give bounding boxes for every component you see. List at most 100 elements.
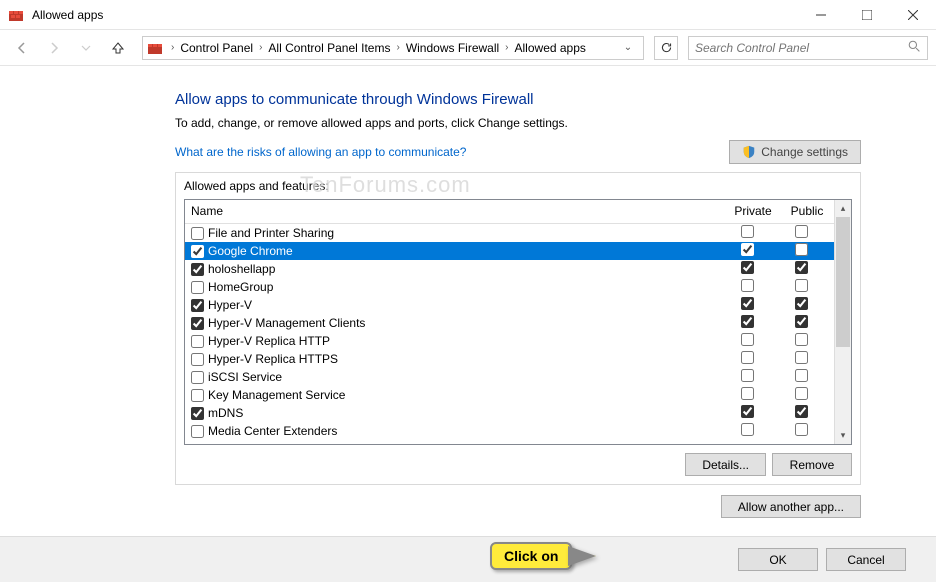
column-public[interactable]: Public xyxy=(780,200,834,223)
up-button[interactable] xyxy=(104,34,132,62)
private-checkbox[interactable] xyxy=(741,315,754,328)
app-enabled-checkbox[interactable] xyxy=(191,299,204,312)
public-checkbox[interactable] xyxy=(795,225,808,238)
app-enabled-checkbox[interactable] xyxy=(191,245,204,258)
firewall-icon xyxy=(8,7,24,23)
ok-button[interactable]: OK xyxy=(738,548,818,571)
public-checkbox[interactable] xyxy=(795,387,808,400)
shield-icon xyxy=(742,145,756,159)
app-enabled-checkbox[interactable] xyxy=(191,335,204,348)
public-checkbox[interactable] xyxy=(795,315,808,328)
app-enabled-checkbox[interactable] xyxy=(191,353,204,366)
vertical-scrollbar[interactable]: ▴ ▾ xyxy=(834,200,851,444)
chevron-right-icon[interactable]: › xyxy=(501,42,512,53)
scroll-thumb[interactable] xyxy=(836,217,850,347)
column-name[interactable]: Name xyxy=(185,200,726,223)
column-private[interactable]: Private xyxy=(726,200,780,223)
search-box[interactable] xyxy=(688,36,928,60)
table-row[interactable]: File and Printer Sharing xyxy=(185,224,834,242)
private-checkbox[interactable] xyxy=(741,405,754,418)
back-button[interactable] xyxy=(8,34,36,62)
app-enabled-checkbox[interactable] xyxy=(191,317,204,330)
breadcrumb-item[interactable]: All Control Panel Items xyxy=(266,41,392,55)
app-enabled-checkbox[interactable] xyxy=(191,389,204,402)
table-row[interactable]: Media Center Extenders xyxy=(185,422,834,440)
app-name: Hyper-V xyxy=(208,298,720,312)
public-checkbox[interactable] xyxy=(795,333,808,346)
table-row[interactable]: iSCSI Service xyxy=(185,368,834,386)
details-button[interactable]: Details... xyxy=(685,453,766,476)
public-checkbox[interactable] xyxy=(795,297,808,310)
table-row[interactable]: HomeGroup xyxy=(185,278,834,296)
table-body: Name Private Public File and Printer Sha… xyxy=(185,200,834,444)
breadcrumb-item[interactable]: Windows Firewall xyxy=(404,41,501,55)
chevron-down-icon[interactable]: ⌄ xyxy=(617,42,639,53)
table-row[interactable]: Hyper-V Replica HTTP xyxy=(185,332,834,350)
table-row[interactable]: Hyper-V Replica HTTPS xyxy=(185,350,834,368)
search-icon[interactable] xyxy=(908,40,921,56)
table-row[interactable]: Hyper-V xyxy=(185,296,834,314)
public-checkbox[interactable] xyxy=(795,243,808,256)
private-checkbox[interactable] xyxy=(741,225,754,238)
private-checkbox[interactable] xyxy=(741,297,754,310)
private-checkbox[interactable] xyxy=(741,423,754,436)
app-name: Key Management Service xyxy=(208,388,720,402)
app-name: Google Chrome xyxy=(208,244,720,258)
refresh-button[interactable] xyxy=(654,36,678,60)
change-settings-button[interactable]: Change settings xyxy=(729,140,861,164)
close-button[interactable] xyxy=(890,0,936,30)
app-enabled-checkbox[interactable] xyxy=(191,281,204,294)
window-controls xyxy=(798,0,936,30)
scroll-up-button[interactable]: ▴ xyxy=(835,200,851,217)
private-checkbox[interactable] xyxy=(741,369,754,382)
app-enabled-checkbox[interactable] xyxy=(191,371,204,384)
table-row[interactable]: Key Management Service xyxy=(185,386,834,404)
public-checkbox[interactable] xyxy=(795,369,808,382)
private-checkbox[interactable] xyxy=(741,387,754,400)
app-enabled-checkbox[interactable] xyxy=(191,227,204,240)
table-row[interactable]: holoshellapp xyxy=(185,260,834,278)
chevron-right-icon[interactable]: › xyxy=(167,42,178,53)
allow-another-button[interactable]: Allow another app... xyxy=(721,495,861,518)
page-heading: Allow apps to communicate through Window… xyxy=(175,91,861,108)
table-row[interactable]: Google Chrome xyxy=(185,242,834,260)
cancel-button[interactable]: Cancel xyxy=(826,548,906,571)
forward-button[interactable] xyxy=(40,34,68,62)
public-checkbox[interactable] xyxy=(795,351,808,364)
public-checkbox[interactable] xyxy=(795,423,808,436)
breadcrumb-item[interactable]: Allowed apps xyxy=(513,41,588,55)
titlebar: Allowed apps xyxy=(0,0,936,30)
app-name: File and Printer Sharing xyxy=(208,226,720,240)
private-checkbox[interactable] xyxy=(741,333,754,346)
chevron-right-icon[interactable]: › xyxy=(392,42,403,53)
remove-button[interactable]: Remove xyxy=(772,453,852,476)
private-checkbox[interactable] xyxy=(741,279,754,292)
app-name: mDNS xyxy=(208,406,720,420)
scroll-down-button[interactable]: ▾ xyxy=(835,427,851,444)
private-checkbox[interactable] xyxy=(741,351,754,364)
recent-dropdown[interactable] xyxy=(72,34,100,62)
bottom-bar: OK Cancel xyxy=(0,536,936,582)
public-checkbox[interactable] xyxy=(795,261,808,274)
table-row[interactable]: Hyper-V Management Clients xyxy=(185,314,834,332)
private-checkbox[interactable] xyxy=(741,243,754,256)
app-enabled-checkbox[interactable] xyxy=(191,425,204,438)
table-header: Name Private Public xyxy=(185,200,834,224)
minimize-button[interactable] xyxy=(798,0,844,30)
app-enabled-checkbox[interactable] xyxy=(191,407,204,420)
breadcrumb[interactable]: › Control Panel › All Control Panel Item… xyxy=(142,36,644,60)
public-checkbox[interactable] xyxy=(795,279,808,292)
search-input[interactable] xyxy=(695,41,908,55)
app-enabled-checkbox[interactable] xyxy=(191,263,204,276)
public-checkbox[interactable] xyxy=(795,405,808,418)
private-checkbox[interactable] xyxy=(741,261,754,274)
table-row[interactable]: mDNS xyxy=(185,404,834,422)
app-name: Hyper-V Replica HTTP xyxy=(208,334,720,348)
table-actions: Details... Remove xyxy=(184,453,852,476)
app-name: Media Center Extenders xyxy=(208,424,720,438)
page-subheading: To add, change, or remove allowed apps a… xyxy=(175,116,861,130)
breadcrumb-item[interactable]: Control Panel xyxy=(178,41,255,55)
risk-link[interactable]: What are the risks of allowing an app to… xyxy=(175,145,466,159)
maximize-button[interactable] xyxy=(844,0,890,30)
chevron-right-icon[interactable]: › xyxy=(255,42,266,53)
